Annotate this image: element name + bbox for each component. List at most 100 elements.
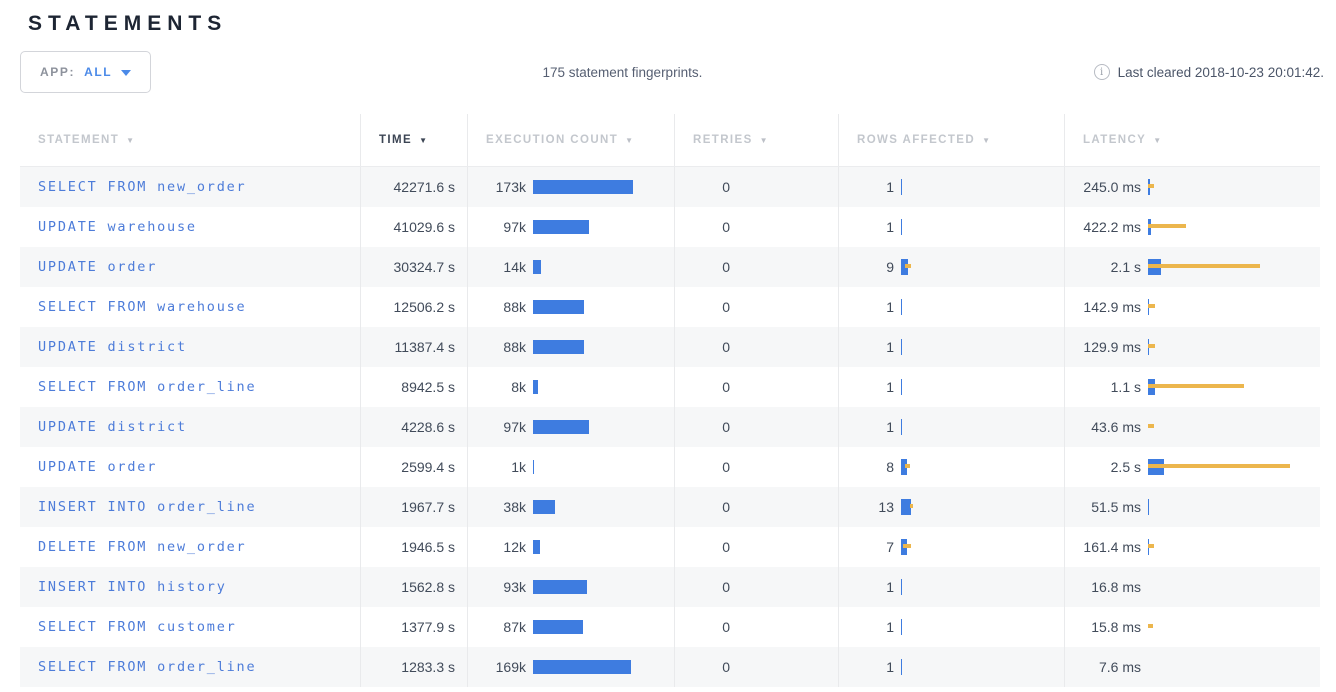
latency-value: 16.8 ms <box>1065 579 1141 595</box>
time-cell: 30324.7 s <box>360 247 467 287</box>
column-header-time[interactable]: TIME ▼ <box>360 114 467 166</box>
rows-affected-cell: 9 <box>838 247 1064 287</box>
statement-cell: UPDATE district <box>20 407 360 447</box>
time-cell: 1562.8 s <box>360 567 467 607</box>
time-cell: 1946.5 s <box>360 527 467 567</box>
latency-cell: 161.4 ms <box>1064 527 1320 567</box>
latency-cell: 1.1 s <box>1064 367 1320 407</box>
rows-affected-cell: 1 <box>838 607 1064 647</box>
time-value: 11387.4 s <box>395 339 455 355</box>
execution-count-value: 88k <box>468 299 526 315</box>
sort-icon: ▼ <box>126 137 135 145</box>
mean-bar <box>533 460 534 474</box>
column-header-latency[interactable]: LATENCY ▼ <box>1064 114 1320 166</box>
retries-value: 0 <box>675 539 730 555</box>
execution-count-cell: 97k <box>467 207 674 247</box>
retries-cell: 0 <box>674 167 838 207</box>
column-header-statement[interactable]: STATEMENT ▼ <box>20 114 360 166</box>
rows-affected-cell: 1 <box>838 167 1064 207</box>
table-row: SELECT FROM warehouse12506.2 s88k01142.9… <box>20 287 1320 327</box>
retries-value: 0 <box>675 259 730 275</box>
retries-value: 0 <box>675 459 730 475</box>
rows-affected-cell: 1 <box>838 407 1064 447</box>
retries-cell: 0 <box>674 407 838 447</box>
column-header-rows-affected[interactable]: ROWS AFFECTED ▼ <box>838 114 1064 166</box>
latency-cell: 422.2 ms <box>1064 207 1320 247</box>
rows-affected-bar <box>901 619 1064 635</box>
table-row: INSERT INTO history1562.8 s93k0116.8 ms <box>20 567 1320 607</box>
statement-link[interactable]: SELECT FROM warehouse <box>38 299 246 315</box>
time-cell: 1377.9 s <box>360 607 467 647</box>
execution-count-value: 88k <box>468 339 526 355</box>
mean-bar <box>901 619 902 635</box>
statement-fingerprints-summary: 175 statement fingerprints. <box>151 65 1093 80</box>
rows-affected-value: 1 <box>839 419 894 435</box>
time-value: 8942.5 s <box>401 379 455 395</box>
statement-link[interactable]: DELETE FROM new_order <box>38 539 246 555</box>
rows-affected-value: 1 <box>839 619 894 635</box>
rows-affected-value: 1 <box>839 379 894 395</box>
latency-bar <box>1148 179 1320 195</box>
rows-affected-value: 1 <box>839 579 894 595</box>
execution-count-bar <box>533 499 674 515</box>
retries-cell: 0 <box>674 607 838 647</box>
rows-affected-bar <box>901 459 1064 475</box>
mean-bar <box>1148 499 1149 515</box>
rows-affected-value: 9 <box>839 259 894 275</box>
latency-value: 422.2 ms <box>1065 219 1141 235</box>
column-header-retries[interactable]: RETRIES ▼ <box>674 114 838 166</box>
statement-link[interactable]: SELECT FROM order_line <box>38 659 256 675</box>
statement-link[interactable]: INSERT INTO history <box>38 579 227 595</box>
execution-count-bar <box>533 459 674 475</box>
statement-link[interactable]: SELECT FROM customer <box>38 619 237 635</box>
execution-count-value: 8k <box>468 379 526 395</box>
rows-affected-cell: 8 <box>838 447 1064 487</box>
stddev-bar <box>903 544 911 548</box>
latency-cell: 2.5 s <box>1064 447 1320 487</box>
execution-count-cell: 88k <box>467 287 674 327</box>
table-body: SELECT FROM new_order42271.6 s173k01245.… <box>20 167 1320 687</box>
execution-count-value: 87k <box>468 619 526 635</box>
mean-bar <box>901 299 902 315</box>
rows-affected-bar <box>901 179 1064 195</box>
mean-bar <box>533 620 583 634</box>
execution-count-cell: 38k <box>467 487 674 527</box>
statement-link[interactable]: UPDATE warehouse <box>38 219 197 235</box>
time-value: 12506.2 s <box>394 299 456 315</box>
execution-count-bar <box>533 619 674 635</box>
retries-value: 0 <box>675 659 730 675</box>
sort-icon: ▼ <box>625 137 634 145</box>
execution-count-cell: 8k <box>467 367 674 407</box>
statement-link[interactable]: UPDATE order <box>38 459 157 475</box>
statement-link[interactable]: SELECT FROM new_order <box>38 179 246 195</box>
sort-icon: ▼ <box>760 137 769 145</box>
table-row: UPDATE district11387.4 s88k01129.9 ms <box>20 327 1320 367</box>
statement-cell: SELECT FROM new_order <box>20 167 360 207</box>
stddev-bar <box>1148 384 1244 388</box>
retries-value: 0 <box>675 339 730 355</box>
latency-value: 1.1 s <box>1065 379 1141 395</box>
statement-link[interactable]: UPDATE district <box>38 339 187 355</box>
mean-bar <box>533 540 540 554</box>
time-cell: 4228.6 s <box>360 407 467 447</box>
statement-cell: INSERT INTO order_line <box>20 487 360 527</box>
app-filter-dropdown[interactable]: APP: ALL <box>20 51 151 93</box>
statement-link[interactable]: UPDATE order <box>38 259 157 275</box>
stddev-bar <box>905 464 910 468</box>
execution-count-cell: 12k <box>467 527 674 567</box>
statement-link[interactable]: UPDATE district <box>38 419 187 435</box>
page-title: STATEMENTS <box>28 12 1336 36</box>
table-header-row: STATEMENT ▼ TIME ▼ EXECUTION COUNT ▼ RET… <box>20 114 1320 167</box>
time-value: 4228.6 s <box>401 419 455 435</box>
mean-bar <box>533 380 538 394</box>
statement-cell: SELECT FROM customer <box>20 607 360 647</box>
statement-link[interactable]: SELECT FROM order_line <box>38 379 256 395</box>
column-header-execution-count[interactable]: EXECUTION COUNT ▼ <box>467 114 674 166</box>
time-value: 30324.7 s <box>394 259 456 275</box>
execution-count-value: 169k <box>468 659 526 675</box>
info-icon[interactable]: i <box>1094 64 1110 80</box>
rows-affected-cell: 1 <box>838 367 1064 407</box>
rows-affected-value: 1 <box>839 179 894 195</box>
statement-link[interactable]: INSERT INTO order_line <box>38 499 256 515</box>
rows-affected-value: 1 <box>839 299 894 315</box>
